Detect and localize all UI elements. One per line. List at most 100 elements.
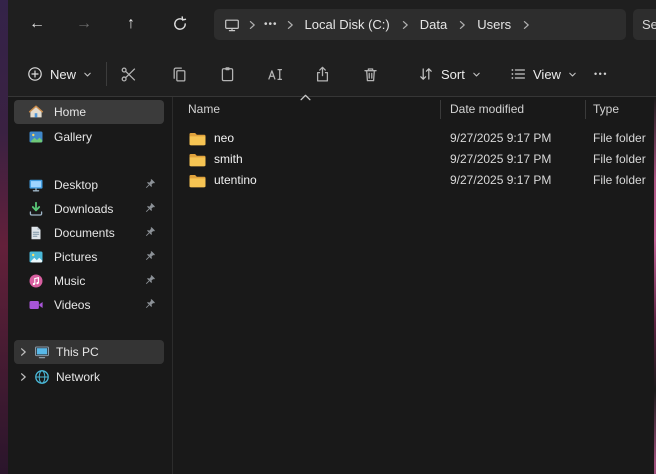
chevron-down-icon: [568, 70, 577, 79]
sidebar-item-gallery[interactable]: Gallery: [14, 125, 164, 149]
cut-button[interactable]: [110, 59, 146, 89]
videos-icon: [28, 297, 44, 313]
network-icon: [34, 369, 50, 385]
file-type: File folder: [593, 149, 646, 170]
column-header-name[interactable]: Name: [188, 97, 220, 122]
breadcrumb-chevron-icon[interactable]: [285, 20, 295, 30]
desktop-icon: [28, 177, 44, 193]
search-input[interactable]: Se: [633, 9, 656, 40]
refresh-button[interactable]: [165, 9, 195, 39]
copy-button[interactable]: [161, 59, 197, 89]
pin-icon: [142, 274, 156, 288]
rename-icon: [267, 66, 284, 83]
trash-icon: [362, 66, 379, 83]
file-name: utentino: [214, 170, 257, 191]
sidebar-item-videos[interactable]: Videos: [14, 293, 164, 317]
home-icon: [28, 104, 44, 120]
file-type: File folder: [593, 128, 646, 149]
refresh-icon: [172, 16, 188, 32]
sidebar-item-this-pc[interactable]: This PC: [14, 340, 164, 364]
cut-icon: [120, 66, 137, 83]
pin-icon: [142, 226, 156, 240]
file-row-utentino[interactable]: utentino 9/27/2025 9:17 PM File folder: [173, 170, 656, 191]
sidebar-item-documents[interactable]: Documents: [14, 221, 164, 245]
sidebar-item-downloads[interactable]: Downloads: [14, 197, 164, 221]
sort-button-label: Sort: [441, 67, 465, 82]
sidebar-item-music[interactable]: Music: [14, 269, 164, 293]
column-resize-handle[interactable]: [585, 100, 586, 119]
sort-icon: [418, 66, 434, 82]
sidebar-item-label: Downloads: [54, 202, 113, 216]
file-name: smith: [214, 149, 243, 170]
rename-button[interactable]: [257, 59, 293, 89]
new-button[interactable]: New: [17, 59, 102, 89]
copy-icon: [171, 66, 188, 83]
sidebar-item-label: Music: [54, 274, 85, 288]
pin-icon: [142, 178, 156, 192]
toolbar-divider: [106, 62, 107, 86]
column-header-date-modified[interactable]: Date modified: [450, 97, 524, 122]
new-button-label: New: [50, 67, 76, 82]
this-pc-icon: [224, 17, 240, 33]
breadcrumb-ellipsis[interactable]: •••: [264, 19, 278, 30]
paste-button[interactable]: [209, 59, 245, 89]
folder-icon: [189, 174, 206, 188]
share-icon: [314, 66, 331, 83]
folder-icon: [189, 153, 206, 167]
view-button[interactable]: View: [500, 59, 587, 89]
up-button[interactable]: ↑: [116, 9, 146, 39]
chevron-right-icon[interactable]: [18, 347, 28, 357]
see-more-button[interactable]: •••: [584, 59, 618, 89]
back-button[interactable]: ←: [22, 9, 52, 39]
forward-button[interactable]: →: [69, 9, 99, 39]
plus-circle-icon: [27, 66, 43, 82]
sidebar-item-label: Home: [54, 105, 86, 119]
sidebar-item-label: Gallery: [54, 130, 92, 144]
pictures-icon: [28, 249, 44, 265]
breadcrumb-data[interactable]: Data: [417, 16, 450, 33]
file-explorer-window: ← → ↑ ••• Local Disk (C:): [0, 0, 656, 474]
view-icon: [510, 66, 526, 82]
more-icon: •••: [594, 69, 608, 79]
forward-icon: →: [76, 15, 92, 33]
pin-icon: [142, 298, 156, 312]
sidebar-item-pictures[interactable]: Pictures: [14, 245, 164, 269]
file-name: neo: [214, 128, 234, 149]
paste-icon: [219, 66, 236, 83]
documents-icon: [28, 225, 44, 241]
file-type: File folder: [593, 170, 646, 191]
view-button-label: View: [533, 67, 561, 82]
sort-button[interactable]: Sort: [408, 59, 491, 89]
file-row-smith[interactable]: smith 9/27/2025 9:17 PM File folder: [173, 149, 656, 170]
address-bar[interactable]: ••• Local Disk (C:) Data Users: [214, 9, 626, 40]
chevron-right-icon[interactable]: [18, 372, 28, 382]
music-icon: [28, 273, 44, 289]
breadcrumb-chevron-icon[interactable]: [400, 20, 410, 30]
sidebar-item-network[interactable]: Network: [14, 365, 164, 389]
sidebar-item-label: Pictures: [54, 250, 97, 264]
sort-ascending-icon: [300, 94, 311, 101]
breadcrumb-chevron-icon[interactable]: [247, 20, 257, 30]
share-button[interactable]: [304, 59, 340, 89]
desktop-edge-left: [0, 0, 8, 474]
sidebar-item-label: Desktop: [54, 178, 98, 192]
file-row-neo[interactable]: neo 9/27/2025 9:17 PM File folder: [173, 128, 656, 149]
column-header-type[interactable]: Type: [593, 97, 619, 122]
breadcrumb-chevron-icon[interactable]: [521, 20, 531, 30]
sidebar-item-home[interactable]: Home: [14, 100, 164, 124]
up-icon: ↑: [127, 15, 135, 33]
downloads-icon: [28, 201, 44, 217]
chevron-down-icon: [472, 70, 481, 79]
delete-button[interactable]: [352, 59, 388, 89]
sidebar-item-desktop[interactable]: Desktop: [14, 173, 164, 197]
folder-icon: [189, 132, 206, 146]
sidebar-item-label: Documents: [54, 226, 115, 240]
breadcrumb-users[interactable]: Users: [474, 16, 514, 33]
sidebar-item-label: Network: [56, 370, 100, 384]
breadcrumb-local-disk[interactable]: Local Disk (C:): [302, 16, 393, 33]
sidebar-item-label: Videos: [54, 298, 90, 312]
breadcrumb-chevron-icon[interactable]: [457, 20, 467, 30]
column-resize-handle[interactable]: [440, 100, 441, 119]
file-date-modified: 9/27/2025 9:17 PM: [450, 149, 551, 170]
this-pc-icon: [34, 344, 50, 360]
